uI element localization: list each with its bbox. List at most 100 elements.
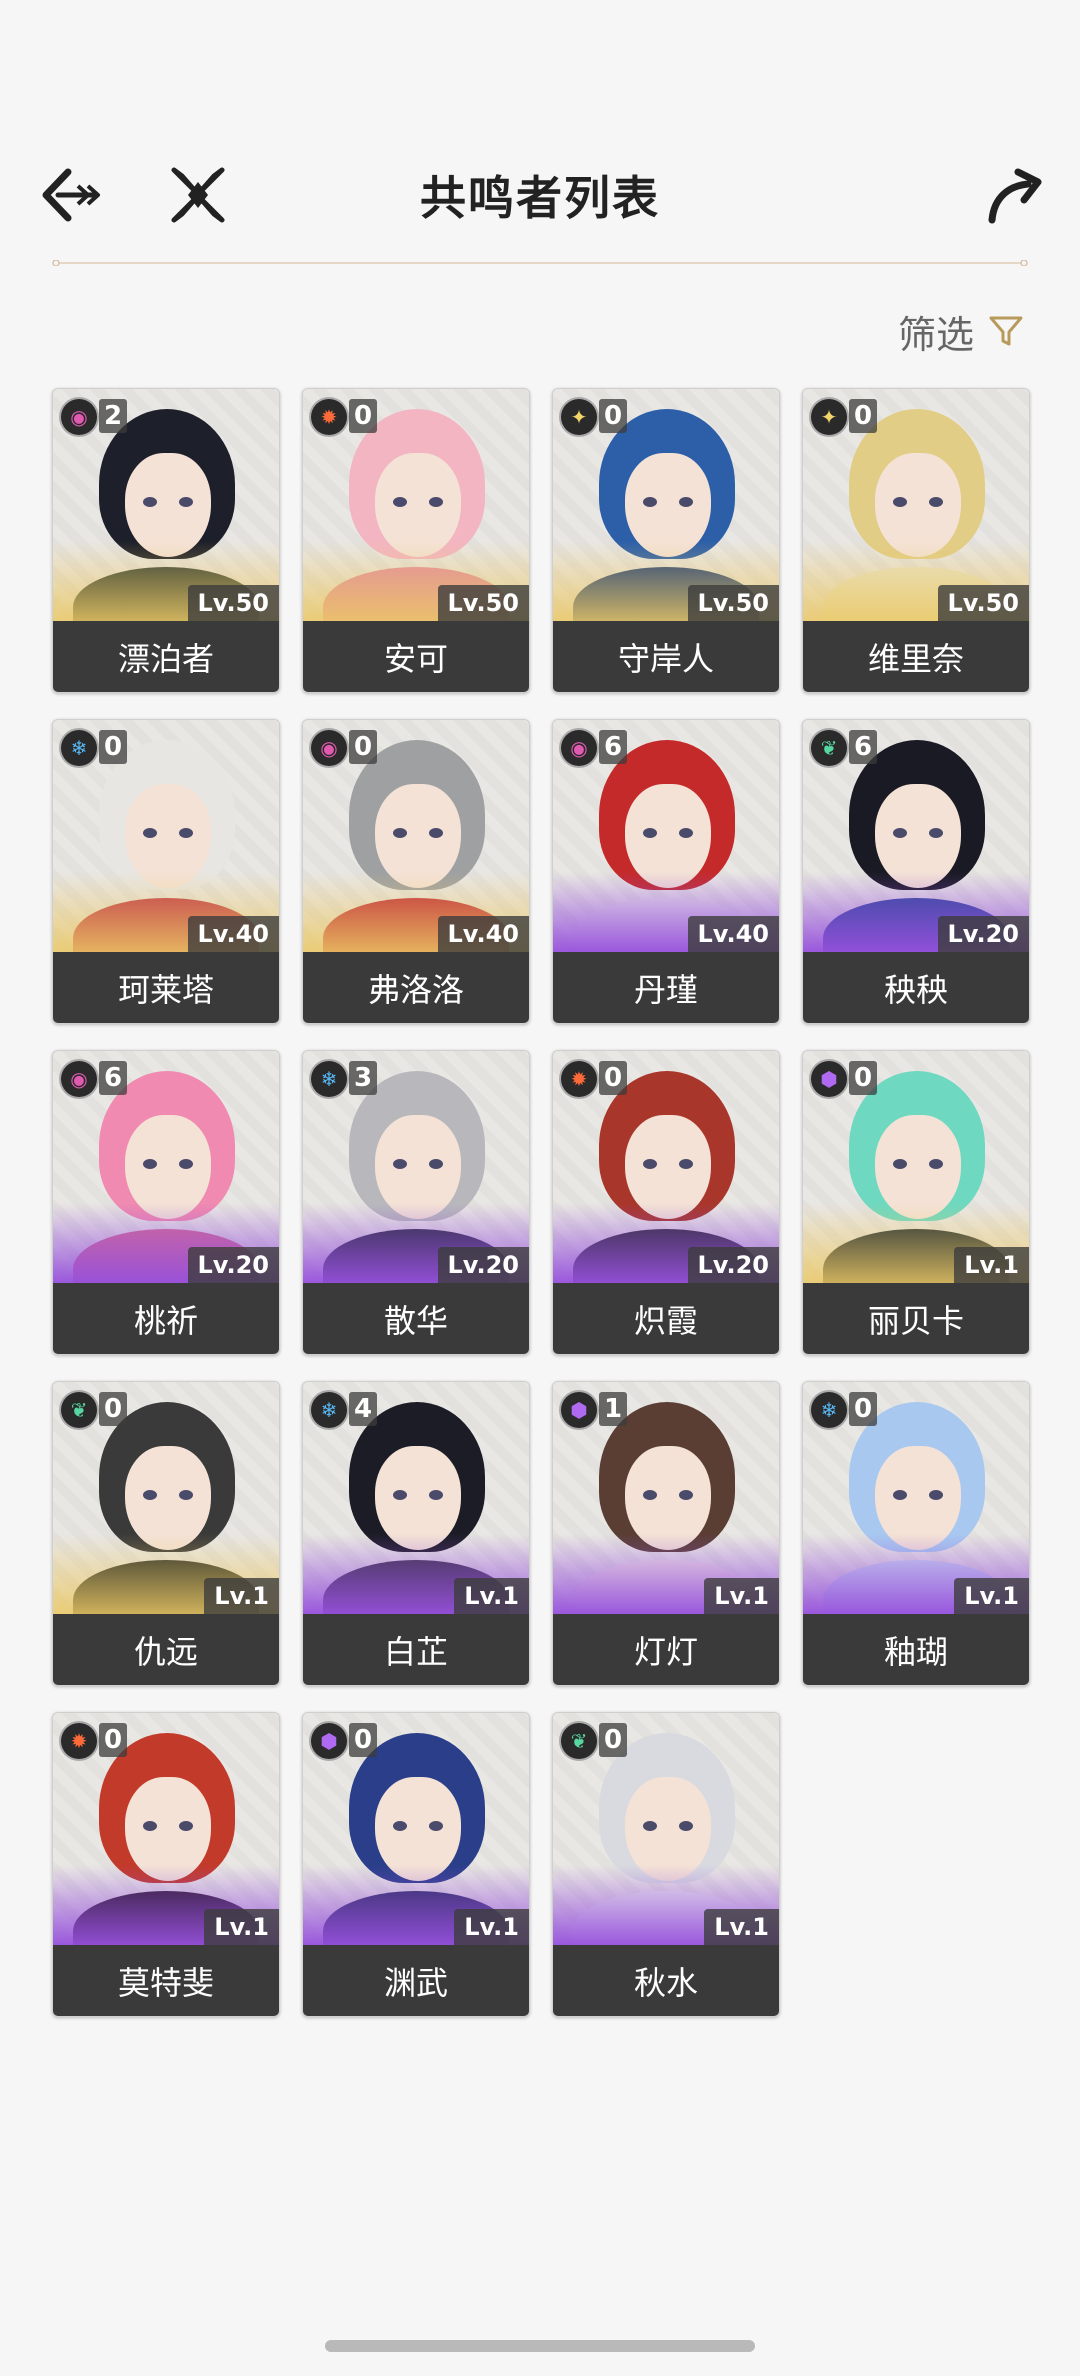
fusion-element-icon: ✹ [559, 1059, 599, 1099]
portrait-eye [643, 828, 657, 838]
level-badge: Lv.50 [437, 585, 529, 621]
portrait-eye [143, 1159, 157, 1169]
aero-element-icon: ❦ [59, 1390, 99, 1430]
electro-element-icon: ⬢ [809, 1059, 849, 1099]
level-badge: Lv.1 [954, 1247, 1029, 1283]
resonator-name: 灯灯 [553, 1614, 779, 1685]
portrait-face [375, 1446, 461, 1550]
level-badge: Lv.20 [437, 1247, 529, 1283]
portrait-face [625, 1777, 711, 1881]
electro-element-icon: ⬢ [559, 1390, 599, 1430]
level-badge: Lv.1 [704, 1578, 779, 1614]
resonator-name: 珂莱塔 [53, 952, 279, 1023]
resonator-card[interactable]: ◉ 6 Lv.20 桃祈 [52, 1050, 280, 1355]
resonator-card[interactable]: ❦ 0 Lv.1 秋水 [552, 1712, 780, 2017]
portrait-eye [643, 1490, 657, 1500]
sequence-rank: 0 [349, 399, 377, 433]
resonator-name: 漂泊者 [53, 621, 279, 692]
sequence-rank: 0 [599, 399, 627, 433]
portrait-eye [429, 497, 443, 507]
resonator-card[interactable]: ◉ 2 Lv.50 漂泊者 [52, 388, 280, 693]
share-arrow-icon[interactable] [984, 164, 1044, 224]
resonator-card[interactable]: ❄ 0 Lv.40 珂莱塔 [52, 719, 280, 1024]
portrait-eye [393, 1159, 407, 1169]
portrait-eye [179, 828, 193, 838]
resonator-card[interactable]: ✹ 0 Lv.50 安可 [302, 388, 530, 693]
fusion-element-icon: ✹ [59, 1721, 99, 1761]
resonator-card[interactable]: ✦ 0 Lv.50 守岸人 [552, 388, 780, 693]
level-badge: Lv.50 [937, 585, 1029, 621]
portrait-eye [429, 1159, 443, 1169]
sequence-rank: 0 [599, 1061, 627, 1095]
portrait-face [125, 784, 211, 888]
havoc-element-icon: ◉ [59, 1059, 99, 1099]
portrait-face [625, 784, 711, 888]
resonator-card[interactable]: ❦ 6 Lv.20 秧秧 [802, 719, 1030, 1024]
portrait-face [625, 453, 711, 557]
portrait-eye [143, 497, 157, 507]
portrait-eye [929, 1490, 943, 1500]
resonator-card[interactable]: ◉ 6 Lv.40 丹瑾 [552, 719, 780, 1024]
sequence-rank: 1 [599, 1392, 627, 1426]
sequence-rank: 0 [849, 1061, 877, 1095]
resonator-name: 守岸人 [553, 621, 779, 692]
resonator-card[interactable]: ⬢ 1 Lv.1 灯灯 [552, 1381, 780, 1686]
page-title: 共鸣者列表 [420, 171, 660, 225]
header-divider [52, 260, 1028, 266]
resonator-name: 丹瑾 [553, 952, 779, 1023]
resonator-card[interactable]: ❦ 0 Lv.1 仇远 [52, 1381, 280, 1686]
portrait-eye [179, 1159, 193, 1169]
resonator-card[interactable]: ❄ 3 Lv.20 散华 [302, 1050, 530, 1355]
resonator-name: 桃祈 [53, 1283, 279, 1354]
glacio-element-icon: ❄ [59, 728, 99, 768]
portrait-eye [429, 1490, 443, 1500]
sequence-rank: 0 [349, 1723, 377, 1757]
resonator-card[interactable]: ✦ 0 Lv.50 维里奈 [802, 388, 1030, 693]
resonator-card[interactable]: ✹ 0 Lv.20 炽霞 [552, 1050, 780, 1355]
portrait-eye [143, 1821, 157, 1831]
portrait-eye [893, 497, 907, 507]
portrait-face [125, 453, 211, 557]
resonator-name: 仇远 [53, 1614, 279, 1685]
filter-label: 筛选 [897, 312, 974, 357]
sequence-rank: 0 [849, 399, 877, 433]
fusion-element-icon: ✹ [309, 397, 349, 437]
level-badge: Lv.1 [704, 1909, 779, 1945]
portrait-face [875, 1446, 961, 1550]
sequence-rank: 0 [99, 730, 127, 764]
level-badge: Lv.20 [687, 1247, 779, 1283]
sequence-rank: 0 [349, 730, 377, 764]
portrait-eye [643, 497, 657, 507]
resonator-card[interactable]: ⬢ 0 Lv.1 丽贝卡 [802, 1050, 1030, 1355]
resonator-name: 散华 [303, 1283, 529, 1354]
portrait-face [375, 1115, 461, 1219]
home-indicator[interactable] [325, 2340, 755, 2352]
portrait-eye [893, 828, 907, 838]
sequence-rank: 4 [349, 1392, 377, 1426]
portrait-face [125, 1446, 211, 1550]
portrait-eye [679, 1159, 693, 1169]
portrait-eye [929, 497, 943, 507]
filter-button[interactable]: 筛选 [897, 306, 1024, 357]
resonator-name: 弗洛洛 [303, 952, 529, 1023]
resonator-card[interactable]: ✹ 0 Lv.1 莫特斐 [52, 1712, 280, 2017]
resonator-card[interactable]: ⬢ 0 Lv.1 渊武 [302, 1712, 530, 2017]
sequence-rank: 6 [99, 1061, 127, 1095]
level-badge: Lv.1 [454, 1909, 529, 1945]
funnel-icon [989, 316, 1023, 346]
resonator-card[interactable]: ◉ 0 Lv.40 弗洛洛 [302, 719, 530, 1024]
resonator-grid: ◉ 2 Lv.50 漂泊者 ✹ 0 Lv.50 安可 ✦ 0 Lv.50 守岸人 [52, 388, 1030, 2017]
resonator-card[interactable]: ❄ 0 Lv.1 釉瑚 [802, 1381, 1030, 1686]
portrait-face [875, 784, 961, 888]
portrait-eye [679, 1490, 693, 1500]
resonator-card[interactable]: ❄ 4 Lv.1 白芷 [302, 1381, 530, 1686]
resonator-name: 维里奈 [803, 621, 1029, 692]
portrait-eye [893, 1159, 907, 1169]
sequence-rank: 0 [599, 1723, 627, 1757]
portrait-eye [679, 497, 693, 507]
spectro-element-icon: ✦ [559, 397, 599, 437]
portrait-eye [643, 1159, 657, 1169]
resonator-name: 秋水 [553, 1945, 779, 2016]
sequence-rank: 2 [99, 399, 127, 433]
resonator-name: 炽霞 [553, 1283, 779, 1354]
